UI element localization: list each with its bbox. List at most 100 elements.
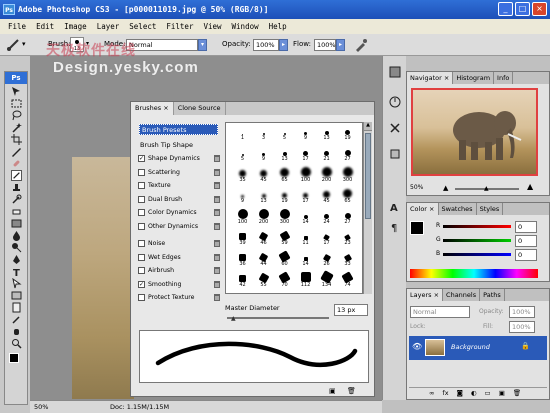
lock-icon[interactable] [214,294,220,302]
brush-option-item[interactable]: Protect Texture [138,291,220,305]
foreground-color-swatch[interactable] [9,353,19,363]
lock-icon[interactable] [214,195,220,203]
brush-tip-shape-item[interactable]: Brush Tip Shape [140,141,193,149]
brush-option-checkbox[interactable] [138,240,145,248]
brush-preset-cell[interactable]: 55 [255,272,272,291]
brush-option-checkbox[interactable] [138,267,145,275]
hand-tool-icon[interactable] [11,326,22,337]
brush-preset-cell[interactable]: 17 [318,230,335,249]
brush-preset-cell[interactable]: 5 [276,125,293,144]
menu-layer[interactable]: Layer [97,19,120,34]
brush-grid-scrollbar[interactable]: ▲ [363,122,372,294]
brush-preset-cell[interactable]: 11 [297,230,314,249]
delete-layer-icon[interactable]: 🗑 [513,389,521,398]
brush-preset-cell[interactable]: 200 [255,209,272,228]
tab-brushes[interactable]: Brushes × [131,102,174,115]
adjustment-layer-icon[interactable]: ◐ [471,389,477,398]
master-diameter-slider[interactable] [227,317,329,319]
history-brush-tool-icon[interactable] [11,194,22,205]
brush-preset-cell[interactable]: 300 [276,209,293,228]
path-selection-tool-icon[interactable] [11,278,22,289]
channel-g-input[interactable]: 0 [515,235,537,247]
minimize-button[interactable]: _ [498,2,513,16]
tab-close-icon[interactable]: × [163,104,168,112]
link-layers-icon[interactable]: ∞ [429,389,434,398]
brush-option-checkbox[interactable] [138,253,145,261]
airbrush-icon[interactable] [354,38,368,52]
brush-option-item[interactable]: ✓ Smoothing [138,278,220,292]
maximize-button[interactable]: □ [515,2,530,16]
layer-row-background[interactable]: 👁 Background 🔒 [409,336,547,360]
brush-preset-cell[interactable]: 100 [234,209,251,228]
brush-option-checkbox[interactable] [138,168,145,176]
lock-icon[interactable] [214,222,220,230]
healing-brush-tool-icon[interactable] [11,158,22,169]
brush-preset-cell[interactable]: 36 [234,251,251,270]
menu-image[interactable]: Image [64,19,87,34]
lock-icon[interactable] [214,209,220,217]
brush-option-item[interactable]: Scattering [138,166,220,180]
brush-preset-cell[interactable]: 24 [318,209,335,228]
lock-icon[interactable] [214,168,220,176]
slice-tool-icon[interactable] [11,146,22,157]
tab-clone-source[interactable]: Clone Source [174,102,226,115]
brush-option-checkbox[interactable] [138,195,145,203]
brush-option-checkbox[interactable] [138,209,145,217]
brush-option-item[interactable]: Airbrush [138,264,220,278]
brush-preset-cell[interactable]: 46 [255,230,272,249]
brush-preset-cell[interactable]: 300 [339,167,356,186]
layer-style-icon[interactable]: fx [442,389,448,398]
brush-preset-cell[interactable]: 45 [255,167,272,186]
close-button[interactable]: × [532,2,547,16]
history-dock-icon[interactable] [389,96,401,108]
brush-preset-cell[interactable]: 9 [234,188,251,207]
brush-option-item[interactable]: Color Dynamics [138,206,220,220]
channel-r-slider[interactable] [443,225,511,228]
brush-preset-cell[interactable]: 19 [339,125,356,144]
brush-preset-cell[interactable]: 23 [339,230,356,249]
tool-preset-arrow-icon[interactable]: ▾ [22,40,26,48]
menu-file[interactable]: File [8,19,26,34]
brush-preset-cell[interactable]: 39 [234,230,251,249]
master-diameter-input[interactable]: 13 px [334,304,368,316]
opacity-input[interactable]: 100% [253,39,279,51]
lock-icon[interactable] [214,182,220,190]
brush-preset-cell[interactable]: 14 [297,209,314,228]
brush-preset-cell[interactable]: 59 [276,230,293,249]
tool-presets-dock-icon[interactable] [389,148,401,160]
layer-opacity-input[interactable]: 100% [509,306,535,318]
brush-option-item[interactable]: Dual Brush [138,193,220,207]
status-zoom[interactable]: 50% [34,401,48,413]
brush-preset-cell[interactable]: 33 [339,251,356,270]
magic-wand-tool-icon[interactable] [11,122,22,133]
lock-icon[interactable] [214,155,220,163]
eraser-tool-icon[interactable] [11,206,22,217]
zoom-in-icon[interactable]: ▲ [527,182,533,191]
pen-tool-icon[interactable] [11,254,22,265]
tab-navigator[interactable]: Navigator × [407,72,454,84]
brush-option-item[interactable]: Texture [138,179,220,193]
document-canvas[interactable] [72,157,134,399]
brush-preset-cell[interactable]: 65 [339,188,356,207]
brush-option-item[interactable]: ✓ Shape Dynamics [138,152,220,166]
brush-preset-cell[interactable]: 19 [276,188,293,207]
delete-brush-icon[interactable]: 🗑 [347,387,356,395]
lock-icon[interactable] [214,267,220,275]
brush-preset-cell[interactable]: 60 [276,250,293,270]
menu-window[interactable]: Window [232,19,259,34]
shape-tool-icon[interactable] [11,290,22,301]
new-brush-icon[interactable]: ▣ [329,387,336,395]
tab-swatches[interactable]: Swatches [439,203,477,215]
tab-styles[interactable]: Styles [477,203,504,215]
brush-preset-cell[interactable]: 21 [318,146,335,165]
menu-view[interactable]: View [203,19,221,34]
brush-preset-cell[interactable]: 3 [255,125,272,144]
crop-tool-icon[interactable] [10,134,22,145]
mode-dropdown-icon[interactable]: ▾ [198,39,207,51]
brush-preset-cell[interactable]: 112 [297,272,314,291]
brush-preset-cell[interactable]: 17 [297,188,314,207]
navigator-slider-thumb-icon[interactable]: ▲ [484,185,489,192]
color-foreground-swatch[interactable] [410,221,424,235]
blur-tool-icon[interactable] [11,230,22,241]
brush-preset-cell[interactable]: 13 [276,146,293,165]
